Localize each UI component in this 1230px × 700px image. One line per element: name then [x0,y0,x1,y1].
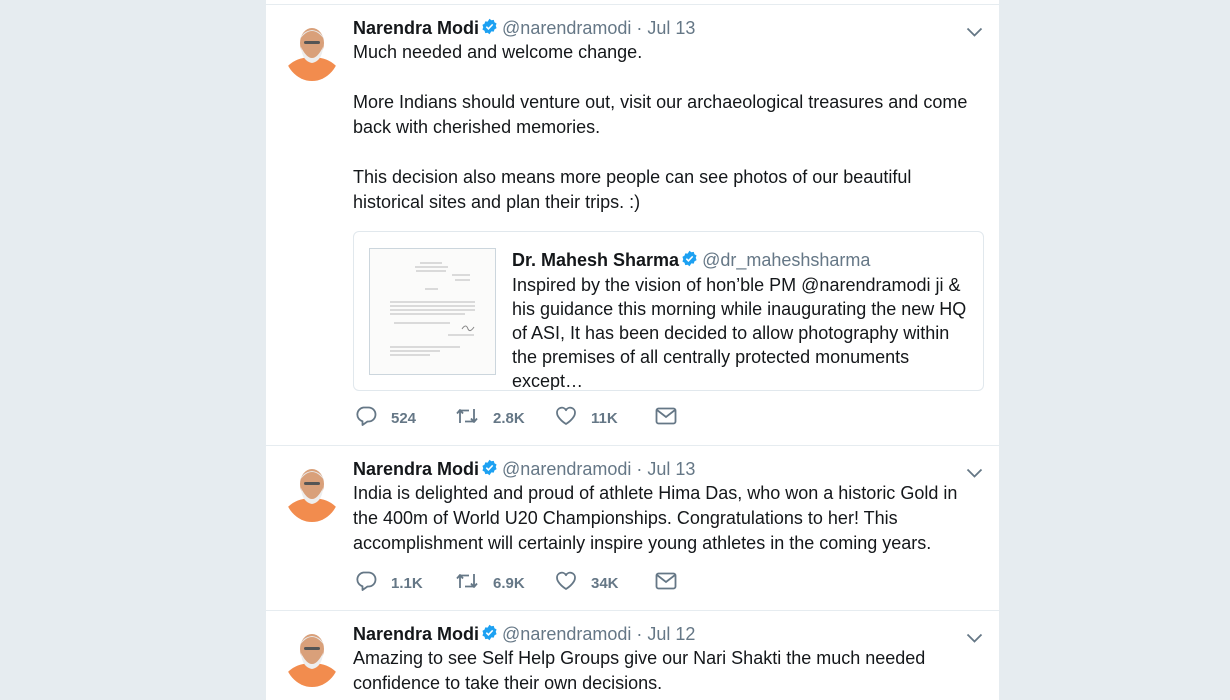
tweet-header: Narendra Modi @narendramodi · Jul 13 [353,458,984,481]
verified-icon [481,18,498,40]
tweet[interactable]: Narendra Modi @narendramodi · Jul 13 Indi… [266,446,999,611]
chevron-down-icon[interactable] [966,630,983,648]
tweet-date[interactable]: Jul 13 [647,18,695,38]
avatar[interactable] [284,623,340,687]
separator: · [636,18,643,38]
tweet-header: Narendra Modi @narendramodi · Jul 13 [353,17,984,40]
retweet-button[interactable]: 2.8K [455,406,555,430]
author-name[interactable]: Narendra Modi [353,459,479,479]
envelope-icon [655,572,677,594]
author-handle[interactable]: @narendramodi [502,459,631,479]
retweet-icon [455,406,479,430]
tweet[interactable]: Narendra Modi @narendramodi · Jul 12 Amaz… [266,611,999,696]
like-button[interactable]: 11K [555,406,655,430]
quoted-tweet[interactable]: Dr. Mahesh Sharma @dr_maheshsharma Inspir… [353,231,984,391]
timeline: Narendra Modi @narendramodi · Jul 13 Much… [265,0,1000,700]
reply-button[interactable]: 524 [355,406,455,430]
retweet-icon [455,571,479,595]
chevron-down-icon[interactable] [966,24,983,42]
reply-icon [355,571,377,595]
verified-icon [681,249,698,273]
reply-icon [355,406,377,430]
author-name[interactable]: Narendra Modi [353,624,479,644]
heart-icon [555,406,577,430]
author-handle[interactable]: @narendramodi [502,624,631,644]
reply-count: 524 [391,409,417,427]
tweet-date[interactable]: Jul 13 [647,459,695,479]
chevron-down-icon[interactable] [966,465,983,483]
avatar[interactable] [284,17,340,81]
like-button[interactable]: 34K [555,571,655,595]
verified-icon [481,459,498,481]
retweet-button[interactable]: 6.9K [455,571,555,595]
verified-icon [481,624,498,646]
tweet[interactable]: Narendra Modi @narendramodi · Jul 13 Much… [266,5,999,446]
like-count: 34K [591,574,619,592]
envelope-icon [655,407,677,429]
quoted-tweet-text: Inspired by the vision of hon’ble PM @na… [512,275,967,391]
quoted-tweet-header: Dr. Mahesh Sharma @dr_maheshsharma [512,248,967,273]
heart-icon [555,571,577,595]
tweet-text: Amazing to see Self Help Groups give our… [353,648,931,693]
like-count: 11K [591,409,618,427]
retweet-count: 6.9K [493,574,525,592]
retweet-count: 2.8K [493,409,525,427]
tweet-actions: 1.1K 6.9K 34K [355,556,984,610]
author-name[interactable]: Narendra Modi [353,18,479,38]
reply-button[interactable]: 1.1K [355,571,455,595]
quoted-author-name[interactable]: Dr. Mahesh Sharma [512,250,679,270]
quoted-author-handle[interactable]: @dr_maheshsharma [702,250,870,270]
tweet-text: India is delighted and proud of athlete … [353,483,963,553]
separator: · [636,459,643,479]
avatar[interactable] [284,458,340,522]
quoted-tweet-image[interactable] [369,248,496,375]
tweet-date[interactable]: Jul 12 [647,624,695,644]
tweet-text: Much needed and welcome change. More Ind… [353,42,968,212]
direct-message-button[interactable] [655,407,677,429]
reply-count: 1.1K [391,574,423,592]
direct-message-button[interactable] [655,572,677,594]
author-handle[interactable]: @narendramodi [502,18,631,38]
tweet-header: Narendra Modi @narendramodi · Jul 12 [353,623,984,646]
separator: · [636,624,643,644]
tweet-actions: 524 2.8K 11K [355,391,984,445]
